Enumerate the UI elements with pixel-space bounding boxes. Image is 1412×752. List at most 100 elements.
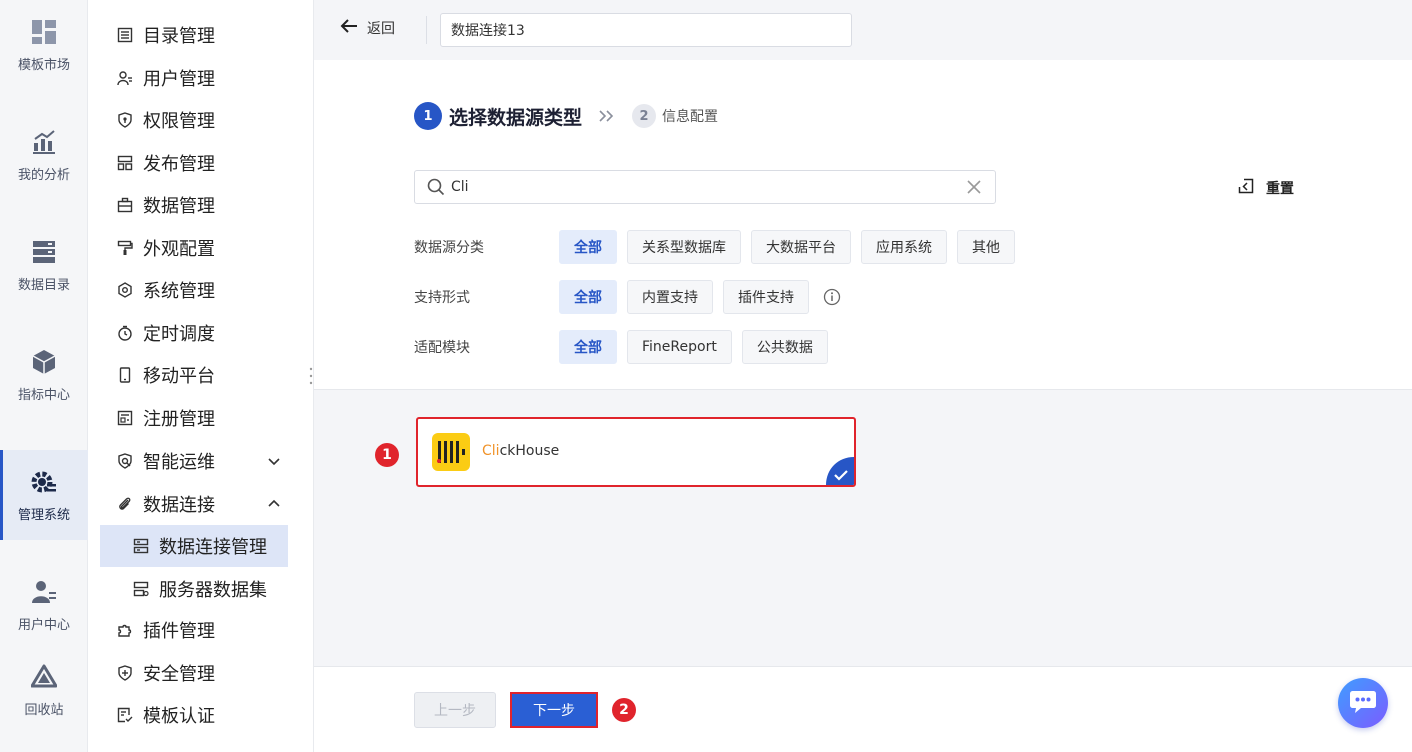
- back-label: 返回: [367, 21, 395, 37]
- filter-label: 适配模块: [414, 340, 470, 356]
- rail-label: 管理系统: [17, 507, 70, 523]
- selection-panel: 1 选择数据源类型 2 信息配置 重置 数据源分类 全部 关系型数据库 大数据平…: [314, 60, 1412, 390]
- rail-label: 回收站: [24, 702, 64, 718]
- rail-item-user-center[interactable]: 用户中心: [0, 560, 88, 650]
- menu-label: 移动平台: [143, 366, 215, 387]
- menu-label: 数据连接管理: [159, 537, 267, 558]
- user-center-icon: [30, 578, 58, 606]
- filter-tag-all[interactable]: 全部: [559, 280, 617, 314]
- menu-item-publish[interactable]: 发布管理: [88, 143, 314, 183]
- menu-item-permission[interactable]: 权限管理: [88, 100, 314, 140]
- reset-button[interactable]: 重置: [1238, 178, 1294, 198]
- data-briefcase-icon: [116, 196, 134, 214]
- annotation-badge-1: 1: [375, 443, 399, 467]
- filter-tag-app-system[interactable]: 应用系统: [861, 230, 947, 264]
- menu-item-data[interactable]: 数据管理: [88, 185, 314, 225]
- info-icon[interactable]: [823, 288, 841, 306]
- rail-item-management-system[interactable]: 管理系统: [0, 450, 88, 540]
- rail-item-data-catalog[interactable]: 数据目录: [0, 220, 88, 310]
- menu-label: 用户管理: [143, 69, 215, 90]
- menu-item-data-connection[interactable]: 数据连接: [88, 484, 314, 524]
- metric-cube-icon: [30, 348, 58, 376]
- menu-item-mobile[interactable]: 移动平台: [88, 355, 314, 395]
- chat-assistant-button[interactable]: [1338, 678, 1388, 728]
- analysis-chart-icon: [30, 128, 58, 156]
- datasource-search: [414, 170, 996, 204]
- connection-manage-icon: [132, 537, 150, 555]
- sub-item-connection-manage[interactable]: 数据连接管理: [100, 525, 288, 567]
- back-button[interactable]: 返回: [340, 18, 395, 38]
- smart-ops-icon: [116, 452, 134, 470]
- filter-tag-other[interactable]: 其他: [957, 230, 1015, 264]
- filter-tag-all[interactable]: 全部: [559, 230, 617, 264]
- datasource-name-rest: ckHouse: [499, 443, 560, 459]
- catalog-list-icon: [116, 26, 134, 44]
- register-form-icon: [116, 409, 134, 427]
- filter-tag-finereport[interactable]: FineReport: [627, 330, 732, 364]
- data-catalog-icon: [30, 238, 58, 266]
- rail-item-my-analysis[interactable]: 我的分析: [0, 110, 88, 200]
- menu-item-smart-ops[interactable]: 智能运维: [88, 441, 314, 481]
- menu-item-system[interactable]: 系统管理: [88, 270, 314, 310]
- menu-label: 注册管理: [143, 409, 215, 430]
- connection-name-input[interactable]: [440, 13, 852, 47]
- filter-tag-public-data[interactable]: 公共数据: [741, 330, 828, 364]
- search-icon: [427, 178, 445, 196]
- step-indicator: 1 选择数据源类型 2 信息配置: [414, 102, 718, 130]
- main-content: 返回 1 选择数据源类型 2 信息配置 重置 数据源分类 全部 关系型数据库 大…: [314, 0, 1412, 752]
- filter-tag-plugin[interactable]: 插件支持: [723, 280, 809, 314]
- menu-item-security[interactable]: 安全管理: [88, 653, 314, 693]
- step-1-title: 选择数据源类型: [449, 106, 583, 129]
- management-gear-icon: [30, 468, 58, 496]
- reset-label: 重置: [1266, 181, 1294, 197]
- prev-step-button[interactable]: 上一步: [414, 692, 496, 728]
- annotation-badge-2: 2: [612, 698, 636, 722]
- next-step-button[interactable]: 下一步: [510, 692, 598, 728]
- timer-icon: [116, 324, 134, 342]
- menu-item-plugin[interactable]: 插件管理: [88, 610, 314, 650]
- rail-item-metric-center[interactable]: 指标中心: [0, 330, 88, 420]
- menu-label: 智能运维: [143, 452, 215, 473]
- filter-row-module: 适配模块 全部 FineReport 公共数据: [414, 330, 838, 364]
- menu-item-appearance[interactable]: 外观配置: [88, 228, 314, 268]
- rail-label: 用户中心: [17, 617, 70, 633]
- menu-label: 系统管理: [143, 281, 215, 302]
- template-cert-icon: [116, 706, 134, 724]
- shield-plus-icon: [116, 664, 134, 682]
- app-rail: 模板市场 我的分析 数据目录 指标中心 管理系统 用户中心 回收站: [0, 0, 88, 752]
- secondary-menu: 目录管理 用户管理 权限管理 发布管理 数据管理 外观配置 系统管理 定时调度 …: [88, 0, 314, 752]
- divider: [426, 16, 427, 44]
- menu-item-schedule[interactable]: 定时调度: [88, 313, 314, 353]
- menu-label: 权限管理: [143, 111, 215, 132]
- reset-icon: [1238, 178, 1254, 198]
- filter-tag-builtin[interactable]: 内置支持: [627, 280, 713, 314]
- template-grid-icon: [30, 18, 58, 46]
- chat-bubble-icon: [1349, 688, 1377, 718]
- filter-tag-all[interactable]: 全部: [559, 330, 617, 364]
- rail-item-template-market[interactable]: 模板市场: [0, 0, 88, 90]
- publish-layout-icon: [116, 154, 134, 172]
- filter-tag-relational-db[interactable]: 关系型数据库: [627, 230, 741, 264]
- step-2-number: 2: [632, 104, 657, 128]
- menu-item-template-cert[interactable]: 模板认证: [88, 695, 314, 735]
- settings-gear-icon: [116, 281, 134, 299]
- menu-item-user[interactable]: 用户管理: [88, 58, 314, 98]
- paperclip-link-icon: [116, 495, 134, 513]
- search-input[interactable]: [451, 172, 967, 202]
- rail-label: 指标中心: [17, 387, 70, 403]
- shield-lock-icon: [116, 111, 134, 129]
- filter-tag-big-data[interactable]: 大数据平台: [751, 230, 851, 264]
- rail-label: 模板市场: [17, 57, 70, 73]
- filter-row-support: 支持形式 全部 内置支持 插件支持: [414, 280, 841, 314]
- rail-item-recycle-bin[interactable]: 回收站: [0, 650, 88, 730]
- menu-item-catalog[interactable]: 目录管理: [88, 15, 314, 55]
- filter-row-category: 数据源分类 全部 关系型数据库 大数据平台 应用系统 其他: [414, 230, 1025, 264]
- search-match-text: Cli: [482, 443, 500, 459]
- datasource-card-clickhouse[interactable]: ClickHouse: [416, 417, 856, 487]
- sub-item-server-dataset[interactable]: 服务器数据集: [100, 568, 288, 610]
- selected-check-icon: [824, 455, 854, 485]
- rail-label: 数据目录: [17, 277, 70, 293]
- step-1-number: 1: [414, 102, 442, 130]
- menu-item-register[interactable]: 注册管理: [88, 398, 314, 438]
- clear-icon[interactable]: [967, 180, 981, 194]
